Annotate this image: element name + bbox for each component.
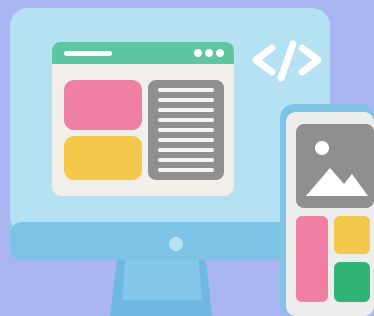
- window-dots-icon: [194, 49, 224, 57]
- monitor-stand: [110, 252, 212, 316]
- yellow-content-block: [64, 136, 142, 180]
- browser-window: [52, 42, 234, 196]
- pink-content-block: [64, 80, 142, 130]
- window-title-line: [64, 51, 112, 56]
- phone-yellow-block: [334, 216, 370, 254]
- phone-green-block: [334, 262, 370, 302]
- web-development-illustration: [0, 0, 374, 316]
- illustration-canvas: [10, 8, 374, 316]
- monitor-power-button: [169, 237, 183, 251]
- phone-pink-block: [296, 216, 328, 302]
- text-lines: [158, 88, 214, 172]
- phone: [280, 104, 374, 316]
